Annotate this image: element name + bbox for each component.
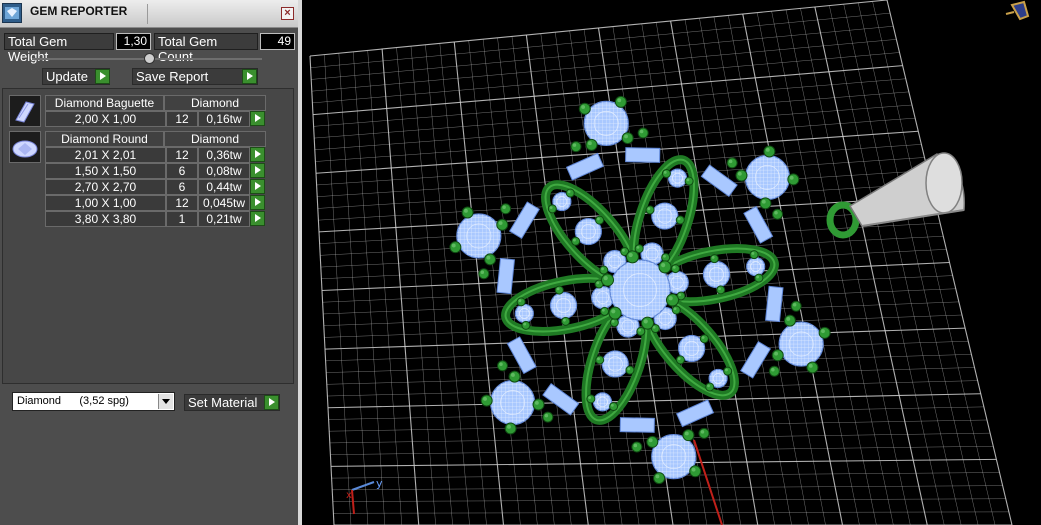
set-material-label: Set Material	[188, 395, 258, 410]
gem	[667, 168, 688, 188]
panel-resize-handle[interactable]	[144, 53, 155, 64]
gem-reporter-icon	[2, 3, 22, 23]
3d-viewport[interactable]: y x	[302, 0, 1041, 525]
window-title: GEM REPORTER	[30, 4, 128, 18]
gem-size-cell: 2,01 X 2,01	[45, 147, 166, 163]
gem	[601, 350, 629, 378]
gem	[651, 434, 697, 480]
gem-weight-cell: 0,045tw	[198, 195, 250, 211]
group-shape-label: Diamond Round	[45, 131, 164, 147]
update-label: Update	[46, 69, 88, 84]
select-gems-button[interactable]	[250, 163, 265, 178]
gem-weight-cell: 0,08tw	[198, 163, 250, 179]
axis-x-label: x	[346, 490, 352, 501]
gem	[651, 202, 679, 230]
total-gem-weight-value: 1,30	[116, 33, 151, 50]
select-gems-button[interactable]	[250, 179, 265, 194]
baguette-gem-icon	[9, 95, 41, 127]
gem-size-cell: 2,00 X 1,00	[45, 111, 166, 127]
gem-count-cell: 12	[166, 111, 198, 127]
chevron-down-icon[interactable]	[158, 394, 173, 409]
title-divider	[147, 4, 148, 24]
close-icon: ×	[284, 7, 291, 19]
select-gems-button[interactable]	[250, 211, 265, 226]
gem-count-cell: 12	[166, 195, 198, 211]
gem	[592, 392, 613, 412]
gem-size-cell: 3,80 X 3,80	[45, 211, 166, 227]
update-button[interactable]: Update	[42, 68, 110, 85]
total-gem-weight-label: Total Gem Weight	[4, 33, 114, 64]
material-selected-value: Diamond (3,52 spg)	[17, 395, 129, 407]
play-arrow-icon	[264, 395, 279, 410]
gem-count-cell: 6	[166, 179, 198, 195]
gem	[489, 379, 536, 426]
gem	[514, 303, 534, 324]
save-report-label: Save Report	[136, 69, 209, 84]
total-gem-count-label: Total Gem Count	[154, 33, 258, 64]
gem	[702, 260, 731, 289]
gem	[456, 213, 502, 259]
gem	[744, 154, 791, 201]
gem-weight-cell: 0,44tw	[198, 179, 250, 195]
gem-count-cell: 1	[166, 211, 198, 227]
play-arrow-icon	[95, 69, 110, 84]
gem	[778, 321, 824, 367]
title-bar[interactable]: GEM REPORTER ×	[0, 0, 298, 28]
set-material-button[interactable]: Set Material	[184, 394, 280, 411]
gem-size-cell: 2,70 X 2,70	[45, 179, 166, 195]
gem-weight-cell: 0,16tw	[198, 111, 250, 127]
gem-size-cell: 1,50 X 1,50	[45, 163, 166, 179]
total-gem-count-value: 49	[260, 33, 295, 50]
gem	[583, 100, 629, 146]
gem-count-cell: 6	[166, 163, 198, 179]
group-shape-label: Diamond Baguette	[45, 95, 164, 111]
group-material-label: Diamond	[164, 131, 266, 147]
select-gems-button[interactable]	[250, 195, 265, 210]
pendant-bail	[826, 152, 966, 239]
gem	[746, 256, 766, 277]
save-report-button[interactable]: Save Report	[132, 68, 258, 85]
gem-reporter-panel: GEM REPORTER × Total Gem Weight 1,30 Tot…	[0, 0, 302, 525]
group-material-label: Diamond	[164, 95, 266, 111]
axis-y-label: y	[376, 477, 383, 490]
snowflake-pendant-model	[449, 95, 831, 485]
gem-size-cell: 1,00 X 1,00	[45, 195, 166, 211]
material-dropdown[interactable]: Diamond (3,52 spg)	[12, 392, 175, 411]
close-button[interactable]: ×	[281, 7, 294, 20]
round-gem-icon	[9, 131, 41, 163]
axis-triad: y x	[346, 477, 383, 515]
select-gems-button[interactable]	[250, 147, 265, 162]
gem-weight-cell: 0,21tw	[198, 211, 250, 227]
gem-count-cell: 12	[166, 147, 198, 163]
gem-weight-cell: 0,36tw	[198, 147, 250, 163]
select-gems-button[interactable]	[250, 111, 265, 126]
play-arrow-icon	[242, 69, 257, 84]
gem	[549, 291, 578, 320]
view-tool-icon[interactable]	[1005, 0, 1030, 21]
